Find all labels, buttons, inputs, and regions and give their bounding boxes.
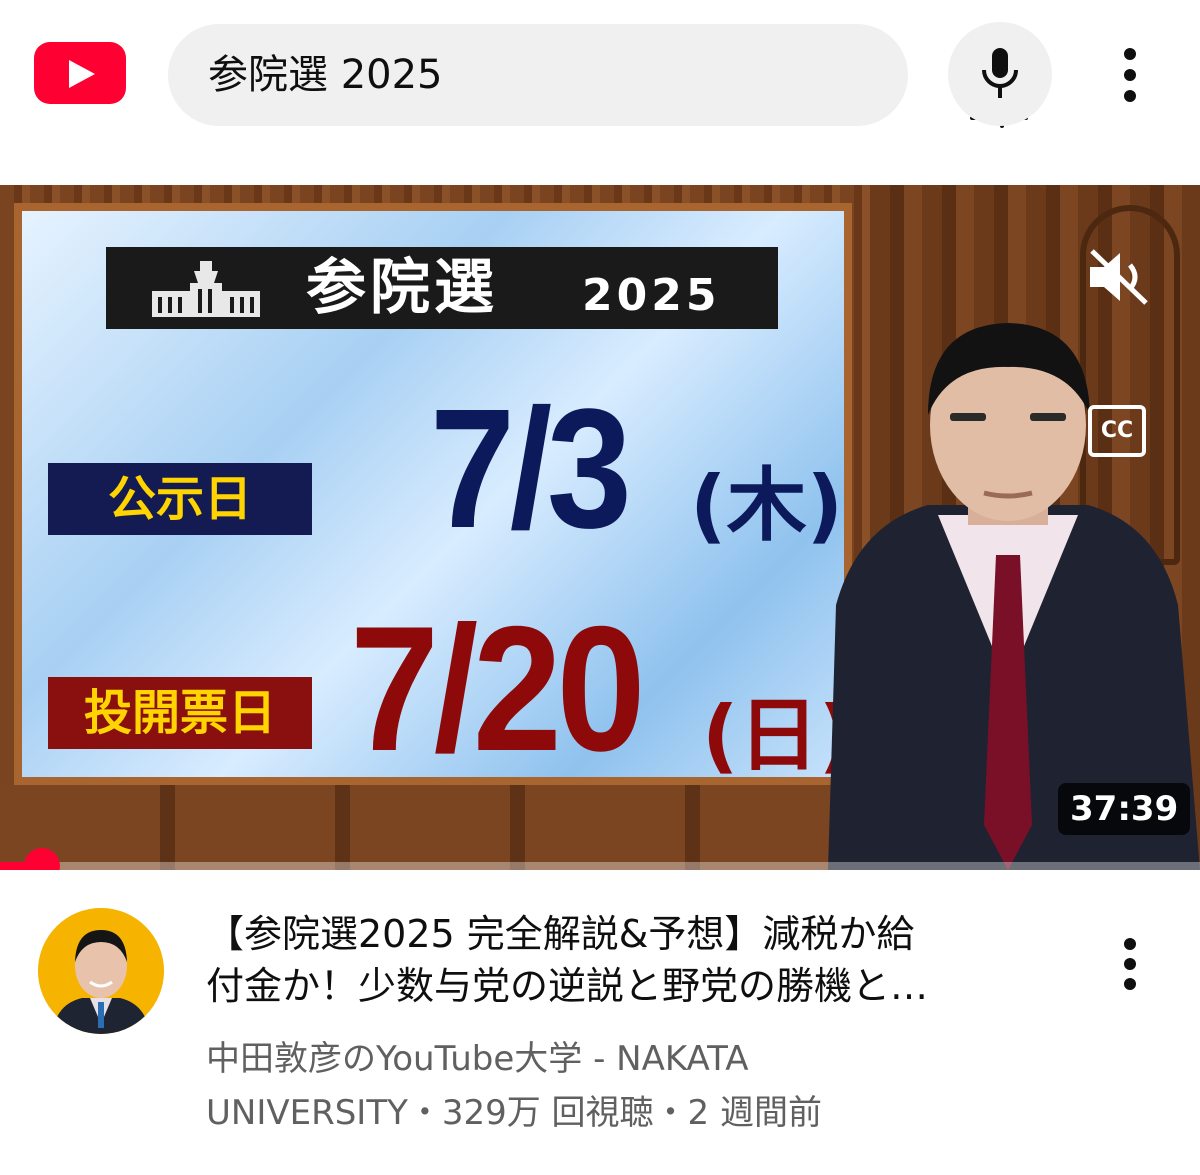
video-title-line-1: 【参院選2025 完全解説&予想】減税か給 xyxy=(206,912,915,956)
thumbnail-title: 参院選 xyxy=(306,253,498,323)
channel-and-views-line-1: 中田敦彦のYouTube大学 - NAKATA xyxy=(206,1039,749,1079)
top-app-bar: 参院選 2025 xyxy=(0,0,1200,150)
announcement-day-label: 公示日 xyxy=(48,463,312,535)
voice-search-button[interactable] xyxy=(948,22,1052,126)
voting-date: 7/20 xyxy=(350,589,646,788)
video-title-line-2: 付金か！少数与党の逆説と野党の勝機と… xyxy=(206,964,929,1008)
channel-avatar[interactable] xyxy=(38,908,164,1034)
video-more-vert-icon[interactable] xyxy=(1110,932,1150,1002)
search-input[interactable]: 参院選 2025 xyxy=(208,24,443,126)
wood-wainscot xyxy=(0,785,870,870)
volume-muted-icon[interactable] xyxy=(1086,247,1152,307)
channel-avatar-image xyxy=(38,908,164,1034)
progress-bar[interactable] xyxy=(0,848,1200,870)
youtube-logo-icon[interactable] xyxy=(34,42,126,104)
thumbnail-board: 参院選 2025 公示日 7/3 (木) 投開票日 7/20 (日) xyxy=(14,203,855,788)
video-metadata: 【参院選2025 完全解説&予想】減税か給 付金か！少数与党の逆説と野党の勝機と… xyxy=(0,880,1200,1175)
thumbnail-title-band: 参院選 2025 xyxy=(106,247,778,329)
video-subtitle: 中田敦彦のYouTube大学 - NAKATA UNIVERSITY・329万 … xyxy=(206,1032,1026,1140)
video-player[interactable]: 参院選 2025 公示日 7/3 (木) 投開票日 7/20 (日) CC 37… xyxy=(0,185,1200,870)
diet-building-icon xyxy=(152,261,260,317)
announcement-date: 7/3 xyxy=(430,374,632,564)
channel-and-views-line-2: UNIVERSITY・329万 回視聴・2 週間前 xyxy=(206,1093,823,1133)
search-box[interactable]: 参院選 2025 xyxy=(168,24,1028,128)
thumbnail-year: 2025 xyxy=(582,270,721,321)
microphone-icon xyxy=(982,48,1018,98)
closed-captions-icon[interactable]: CC xyxy=(1088,405,1146,457)
voting-day-label: 投開票日 xyxy=(48,677,312,749)
video-duration-badge: 37:39 xyxy=(1058,783,1191,835)
video-title[interactable]: 【参院選2025 完全解説&予想】減税か給 付金か！少数与党の逆説と野党の勝機と… xyxy=(206,908,1046,1012)
more-vert-icon[interactable] xyxy=(1110,40,1150,110)
